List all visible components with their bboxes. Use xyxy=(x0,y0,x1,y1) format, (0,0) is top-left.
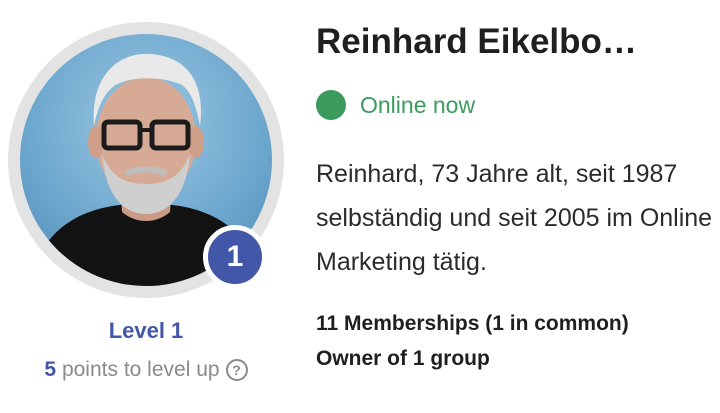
question-circle-icon[interactable]: ? xyxy=(225,359,248,381)
profile-bio: Reinhard, 73 Jahre alt, seit 1987 selbst… xyxy=(316,160,713,276)
memberships-count: 11 Memberships (1 in common) xyxy=(316,312,629,335)
level-badge: 1 xyxy=(203,225,267,289)
online-status: Online now xyxy=(316,90,475,120)
groups-owned: Owner of 1 group xyxy=(316,347,490,370)
profile-name: Reinhard Eikelbo… xyxy=(316,22,637,61)
points-text: points to level up xyxy=(61,358,220,381)
points-value: 5 xyxy=(44,358,57,381)
points-to-level-up: 5 points to level up ? xyxy=(0,358,292,382)
level-label: Level 1 xyxy=(108,318,184,343)
status-text: Online now xyxy=(360,91,476,118)
online-dot-icon xyxy=(316,90,346,120)
